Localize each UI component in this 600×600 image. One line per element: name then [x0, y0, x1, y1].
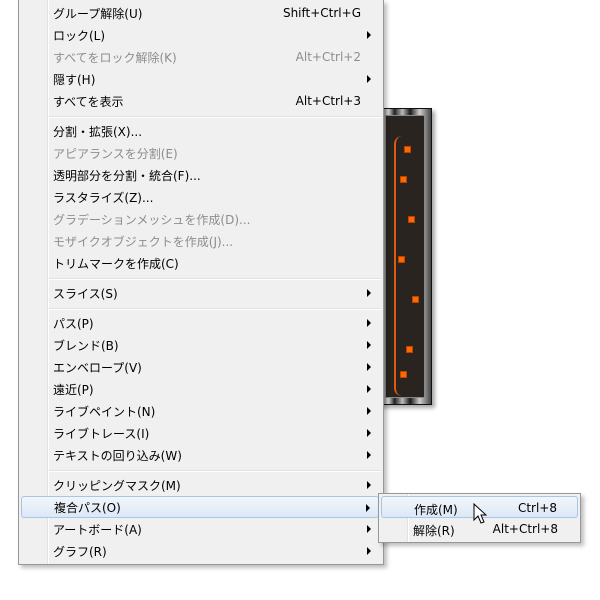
menu-item-create-gradient-mesh[interactable]: グラデーションメッシュを作成(D)...	[21, 208, 379, 230]
menu-item-compound-path[interactable]: 複合パス(O)	[21, 496, 379, 518]
submenu-arrow-icon	[367, 525, 371, 533]
menu-item-live-trace[interactable]: ライブトレース(I)	[21, 422, 379, 444]
submenu-arrow-icon	[367, 289, 371, 297]
menu-item-clipping-mask[interactable]: クリッピングマスク(M)	[21, 474, 379, 496]
menu-item-label: 複合パス(O)	[54, 500, 121, 515]
submenu-arrow-icon	[367, 385, 371, 393]
menu-item-perspective[interactable]: 遠近(P)	[21, 378, 379, 400]
menu-item-label: スライス(S)	[53, 286, 118, 301]
menu-separator	[49, 308, 381, 309]
menu-item-label: 解除(R)	[413, 524, 455, 538]
submenu-arrow-icon	[367, 75, 371, 83]
menu-item-label: トリムマークを作成(C)	[53, 256, 179, 271]
menu-item-lock[interactable]: ロック(L)	[21, 24, 379, 46]
menu-item-expand-appearance[interactable]: アピアランスを分割(E)	[21, 142, 379, 164]
menu-item-shortcut: Shift+Ctrl+G	[282, 6, 361, 20]
menu-item-label: グラデーションメッシュを作成(D)...	[53, 212, 251, 227]
menu-item-create-object-mosaic[interactable]: モザイクオブジェクトを作成(J)...	[21, 230, 379, 252]
submenu-arrow-icon	[366, 504, 370, 512]
submenu-arrow-icon	[367, 481, 371, 489]
menu-item-label: グループ解除(U)	[53, 6, 143, 21]
menu-item-label: すべてを表示	[53, 94, 124, 109]
submenu-arrow-icon	[367, 407, 371, 415]
menu-separator	[49, 278, 381, 279]
artwork-object	[378, 108, 432, 405]
menu-item-label: ラスタライズ(Z)...	[53, 190, 154, 205]
menu-item-flatten-transparency[interactable]: 透明部分を分割・統合(F)...	[21, 164, 379, 186]
menu-item-blend[interactable]: ブレンド(B)	[21, 334, 379, 356]
submenu-arrow-icon	[367, 363, 371, 371]
menu-item-ungroup[interactable]: グループ解除(U) Shift+Ctrl+G	[21, 2, 379, 24]
menu-item-label: アートボード(A)	[53, 522, 142, 537]
submenu-arrow-icon	[367, 341, 371, 349]
menu-separator	[49, 470, 381, 471]
submenu-arrow-icon	[367, 429, 371, 437]
menu-item-label: すべてをロック解除(K)	[53, 50, 177, 65]
menu-item-label: グラフ(R)	[53, 544, 107, 559]
anchor-point	[404, 146, 411, 153]
menu-item-label: ライブトレース(I)	[53, 426, 150, 441]
menu-item-shortcut: Alt+Ctrl+3	[295, 94, 361, 108]
menu-item-unlock-all[interactable]: すべてをロック解除(K) Alt+Ctrl+2	[21, 46, 379, 68]
menu-separator	[49, 116, 381, 117]
menu-item-rasterize[interactable]: ラスタライズ(Z)...	[21, 186, 379, 208]
anchor-point	[400, 176, 407, 183]
submenu-arrow-icon	[367, 547, 371, 555]
selected-path	[394, 136, 426, 396]
menu-item-shortcut: Alt+Ctrl+8	[492, 522, 558, 536]
menu-item-label: テキストの回り込み(W)	[53, 448, 182, 463]
menu-item-label: ブレンド(B)	[53, 338, 119, 353]
artwork-inner	[385, 115, 425, 398]
menu-item-artboards[interactable]: アートボード(A)	[21, 518, 379, 540]
anchor-point	[412, 296, 419, 303]
menu-item-expand[interactable]: 分割・拡張(X)...	[21, 120, 379, 142]
anchor-point	[398, 256, 405, 263]
menu-item-label: ライブペイント(N)	[53, 404, 156, 419]
menu-item-label: 透明部分を分割・統合(F)...	[53, 168, 201, 183]
anchor-point	[408, 216, 415, 223]
menu-item-text-wrap[interactable]: テキストの回り込み(W)	[21, 444, 379, 466]
menu-item-label: 分割・拡張(X)...	[53, 124, 143, 139]
context-menu: グループ解除(U) Shift+Ctrl+G ロック(L) すべてをロック解除(…	[18, 0, 384, 565]
menu-item-graph[interactable]: グラフ(R)	[21, 540, 379, 562]
menu-item-label: 遠近(P)	[53, 382, 94, 397]
menu-item-label: 隠す(H)	[53, 72, 96, 87]
submenu-arrow-icon	[367, 319, 371, 327]
submenu-arrow-icon	[367, 451, 371, 459]
anchor-point	[400, 371, 407, 378]
menu-item-label: アピアランスを分割(E)	[53, 146, 178, 161]
menu-item-label: クリッピングマスク(M)	[53, 478, 181, 493]
menu-item-hide[interactable]: 隠す(H)	[21, 68, 379, 90]
menu-item-show-all[interactable]: すべてを表示 Alt+Ctrl+3	[21, 90, 379, 112]
menu-item-label: 作成(M)	[414, 503, 458, 517]
menu-item-shortcut: Alt+Ctrl+2	[295, 50, 361, 64]
menu-item-path[interactable]: パス(P)	[21, 312, 379, 334]
submenu-arrow-icon	[367, 31, 371, 39]
menu-item-shortcut: Ctrl+8	[517, 501, 557, 515]
anchor-point	[406, 346, 413, 353]
menu-item-label: モザイクオブジェクトを作成(J)...	[53, 234, 234, 249]
menu-item-live-paint[interactable]: ライブペイント(N)	[21, 400, 379, 422]
menu-item-label: ロック(L)	[53, 28, 106, 43]
menu-item-create-trim-marks[interactable]: トリムマークを作成(C)	[21, 252, 379, 274]
menu-item-envelope[interactable]: エンベロープ(V)	[21, 356, 379, 378]
menu-item-label: パス(P)	[53, 316, 94, 331]
mouse-pointer-icon	[473, 503, 487, 524]
menu-item-label: エンベロープ(V)	[53, 360, 142, 375]
menu-item-slice[interactable]: スライス(S)	[21, 282, 379, 304]
